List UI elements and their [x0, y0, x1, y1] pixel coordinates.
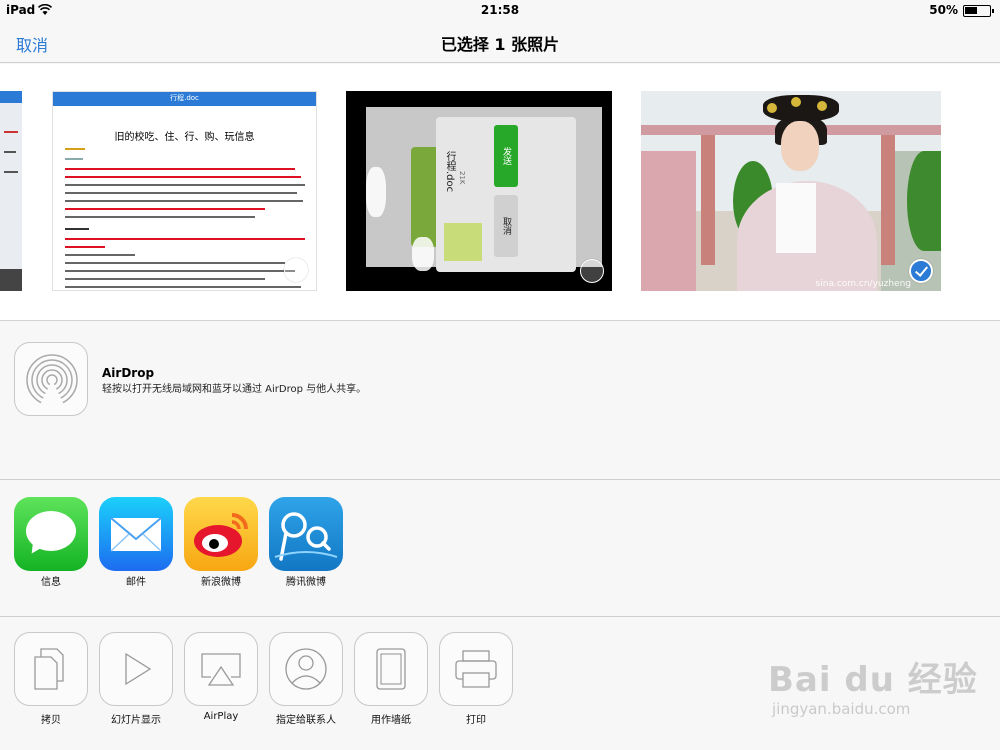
- share-messages-button[interactable]: 信息: [14, 497, 88, 588]
- battery-percentage: 50%: [929, 3, 958, 17]
- contact-icon: [269, 632, 343, 706]
- dialog-send-label: 发送: [494, 125, 518, 187]
- airdrop-title: AirDrop: [102, 366, 155, 380]
- use-as-wallpaper-button[interactable]: 用作墙纸: [354, 632, 428, 726]
- dialog-cancel-label: 取消: [494, 195, 518, 257]
- document-toolbar: 行程.doc: [53, 92, 316, 106]
- navigation-bar: 取消 已选择 1 张照片: [0, 22, 1000, 63]
- action-label: 拷贝: [41, 715, 61, 726]
- app-label: 新浪微博: [201, 577, 241, 588]
- share-mail-button[interactable]: 邮件: [99, 497, 173, 588]
- select-circle[interactable]: [580, 259, 604, 283]
- share-apps-row: 信息 邮件 新浪微博 腾讯微博: [0, 481, 1000, 617]
- assign-to-contact-button[interactable]: 指定给联系人: [269, 632, 343, 726]
- status-bar: iPad 21:58 50%: [0, 0, 1000, 22]
- photo-thumbnail-3[interactable]: 行程.doc 21K 发送 取消: [346, 91, 612, 291]
- file-size: 21K: [458, 171, 466, 185]
- slideshow-button[interactable]: 幻灯片显示: [99, 632, 173, 726]
- document-heading: 旧的校吃、住、行、购、玩信息: [114, 132, 255, 143]
- share-sina-weibo-button[interactable]: 新浪微博: [184, 497, 258, 588]
- print-button[interactable]: 打印: [439, 632, 513, 726]
- document-title: 行程.doc: [170, 94, 199, 102]
- photo-watermark: sina.com.cn/yuzheng: [815, 279, 911, 289]
- photo-strip[interactable]: 行程.doc 旧的校吃、住、行、购、玩信息 行程.doc 21K 发送 取消 s…: [0, 64, 1000, 321]
- action-label: 幻灯片显示: [111, 715, 161, 726]
- actions-row: 拷贝 幻灯片显示 AirPlay 指定给联系人 用作墙纸 打印: [0, 618, 1000, 750]
- app-label: 腾讯微博: [286, 577, 326, 588]
- app-label: 邮件: [126, 577, 146, 588]
- action-label: AirPlay: [203, 711, 239, 722]
- action-label: 用作墙纸: [371, 715, 411, 726]
- copy-icon: [14, 632, 88, 706]
- action-label: 打印: [466, 715, 486, 726]
- mail-icon: [99, 497, 173, 571]
- photo-thumbnail-4[interactable]: sina.com.cn/yuzheng: [641, 91, 941, 291]
- cancel-button[interactable]: 取消: [16, 32, 48, 56]
- selected-checkmark-icon[interactable]: [909, 259, 933, 283]
- share-tencent-weibo-button[interactable]: 腾讯微博: [269, 497, 343, 588]
- photo-thumbnail-1[interactable]: [0, 91, 22, 291]
- airdrop-icon[interactable]: [14, 342, 88, 416]
- sina-weibo-icon: [184, 497, 258, 571]
- messages-icon: [14, 497, 88, 571]
- photo-thumbnail-2[interactable]: 行程.doc 旧的校吃、住、行、购、玩信息: [52, 91, 317, 291]
- airdrop-description: 轻按以打开无线局域网和蓝牙以通过 AirDrop 与他人共享。: [102, 384, 367, 395]
- app-label: 信息: [41, 577, 61, 588]
- wallpaper-icon: [354, 632, 428, 706]
- clock: 21:58: [480, 3, 520, 17]
- print-icon: [439, 632, 513, 706]
- action-label: 指定给联系人: [276, 715, 336, 726]
- tencent-weibo-icon: [269, 497, 343, 571]
- airdrop-section: AirDrop 轻按以打开无线局域网和蓝牙以通过 AirDrop 与他人共享。: [0, 322, 1000, 480]
- battery-icon: [963, 5, 994, 17]
- share-sheet-screen: iPad 21:58 50% 取消 已选择 1 张照片 行程.doc 旧的校吃、…: [0, 0, 1000, 750]
- slideshow-icon: [99, 632, 173, 706]
- airplay-button[interactable]: AirPlay: [184, 632, 258, 722]
- copy-button[interactable]: 拷贝: [14, 632, 88, 726]
- file-name: 行程.doc: [444, 151, 455, 193]
- airplay-icon: [184, 632, 258, 706]
- page-title: 已选择 1 张照片: [440, 35, 560, 54]
- select-circle[interactable]: [284, 258, 308, 282]
- file-icon: [444, 223, 482, 261]
